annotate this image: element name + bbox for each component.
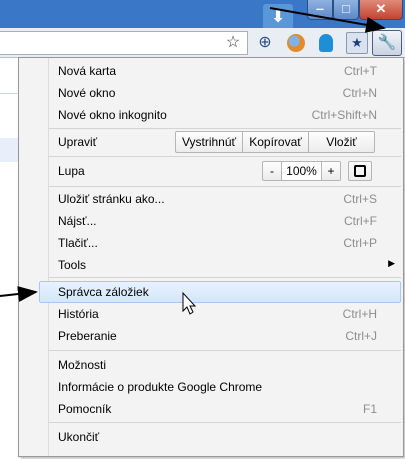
annotation-arrow-to-wrench	[269, 7, 386, 33]
mouse-cursor-icon	[182, 291, 197, 315]
annotation-arrow-to-bookmarks	[0, 286, 38, 302]
annotation-overlay	[0, 7, 386, 315]
